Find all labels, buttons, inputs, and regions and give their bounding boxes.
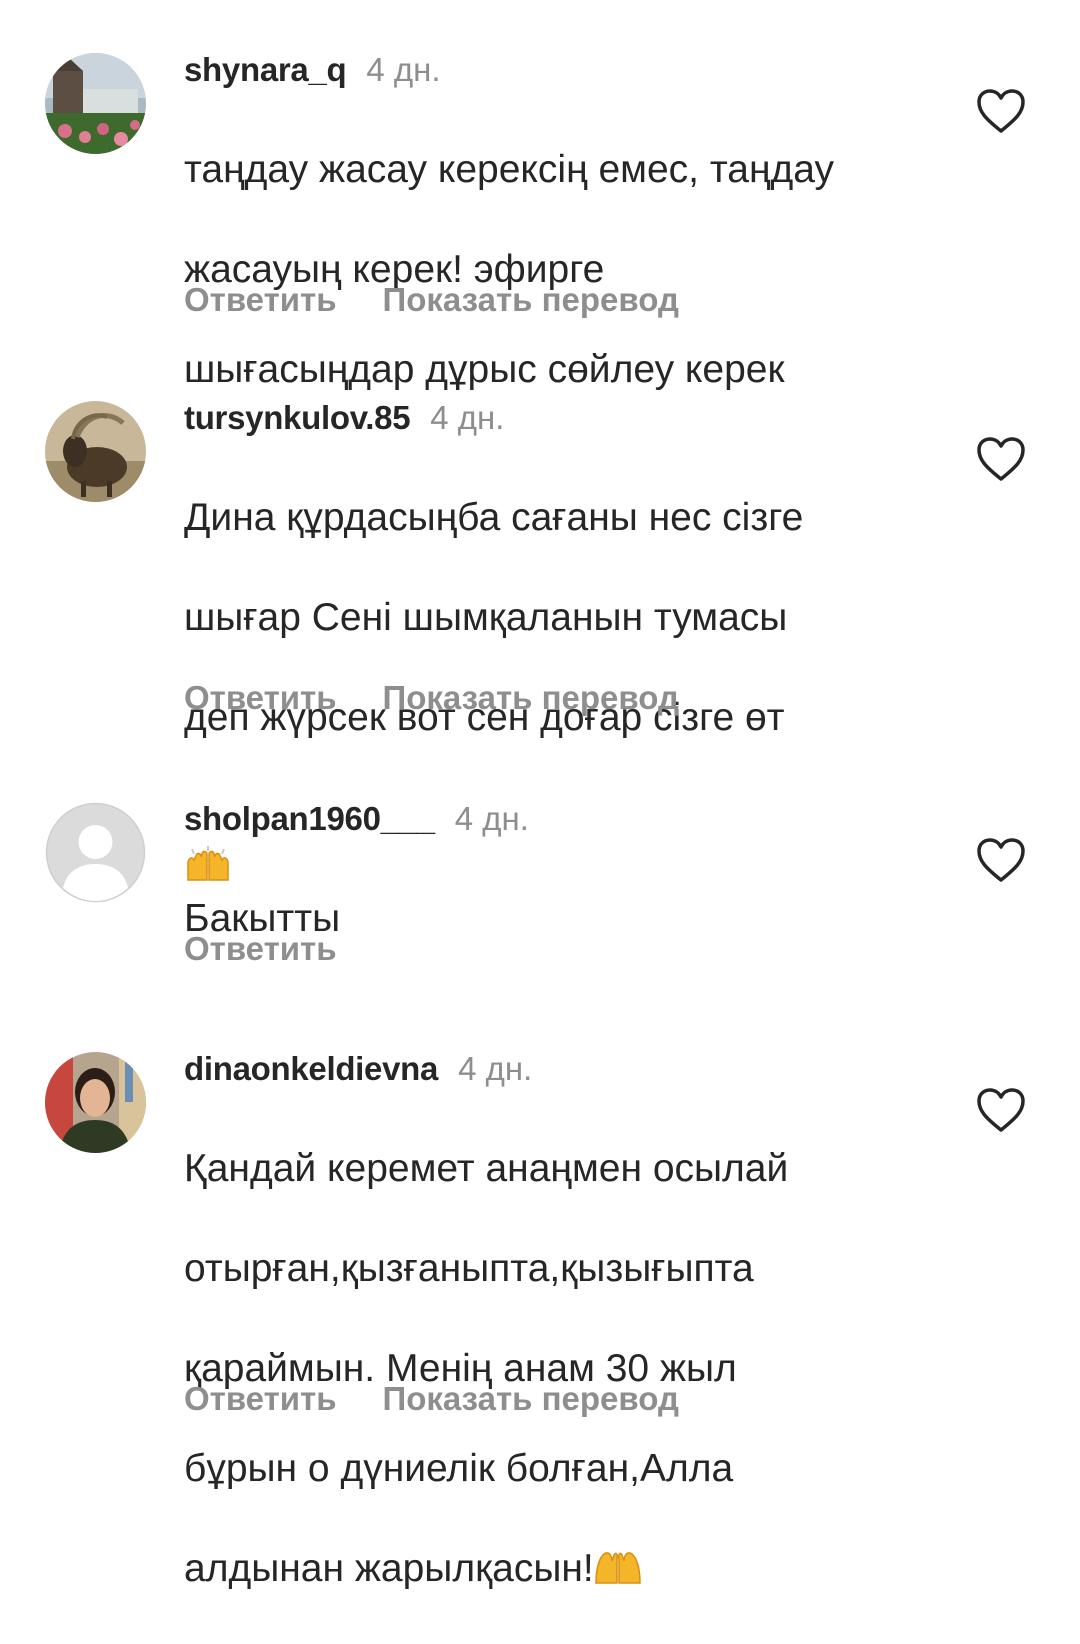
username[interactable]: sholpan1960___ [184,800,435,837]
comment-header: tursynkulov.85 4 дн. [184,398,504,438]
comment-text-line-with-emoji: алдынан жарылқасын! [184,1544,924,1594]
reply-button[interactable]: Ответить [184,679,337,716]
comment-text-line: Қандай керемет анаңмен осылай [184,1147,789,1190]
comment-header: shynara_q 4 дн. [184,50,441,90]
comment-text-line: алдынан жарылқасын! [184,1547,594,1590]
default-user-avatar [45,802,146,903]
comment-text: Бакытты [184,844,924,994]
show-translation-button[interactable]: Показать перевод [383,1380,679,1417]
user-avatar[interactable] [45,1052,146,1153]
comment-actions: Ответить Показать перевод [184,1379,679,1419]
comment-text-line: шығар Сені шымқаланын тумасы [184,596,788,639]
username[interactable]: tursynkulov.85 [184,399,411,436]
timestamp: 4 дн. [454,800,529,837]
woman-photo-avatar [45,1052,146,1153]
user-avatar[interactable] [45,802,146,903]
timestamp: 4 дн. [430,399,505,436]
comment-header: dinaonkeldievna 4 дн. [184,1049,532,1089]
user-avatar[interactable] [45,401,146,502]
timestamp: 4 дн. [458,1050,533,1087]
comment-text-line: Дина құрдасыңба сағаны нес сізге [184,496,804,539]
reply-button[interactable]: Ответить [184,930,337,967]
heart-outline-icon [977,89,1025,133]
heart-outline-icon [977,1088,1025,1132]
comment-text-line: таңдау жасау керексің емес, таңдау [184,148,834,191]
timestamp: 4 дн. [366,51,441,88]
like-button[interactable] [976,436,1026,482]
comment-actions: Ответить Показать перевод [184,678,679,718]
comment-header: sholpan1960___ 4 дн. [184,799,529,839]
comment-text-line: шығасыңдар дұрыс сөйлеу керек [184,348,785,391]
user-avatar[interactable] [45,53,146,154]
like-button[interactable] [976,88,1026,134]
show-translation-button[interactable]: Показать перевод [383,679,679,716]
username[interactable]: shynara_q [184,51,347,88]
palms-up-emoji-icon [594,1552,641,1584]
reply-button[interactable]: Ответить [184,1380,337,1417]
ibex-photo-avatar [45,401,146,502]
like-button[interactable] [976,837,1026,883]
like-button[interactable] [976,1087,1026,1133]
username[interactable]: dinaonkeldievna [184,1050,438,1087]
comment-actions: Ответить [184,929,337,969]
city-photo-avatar [45,53,146,154]
comment-text-line: отырған,қызғаныпта,қызығыпта [184,1247,754,1290]
heart-outline-icon [977,838,1025,882]
comment-actions: Ответить Показать перевод [184,280,679,320]
comment-text: Қандай керемет анаңмен осылай отырған,қы… [184,1094,924,1644]
heart-outline-icon [977,437,1025,481]
show-translation-button[interactable]: Показать перевод [383,281,679,318]
reply-button[interactable]: Ответить [184,281,337,318]
comment-text: таңдау жасау керексің емес, таңдау жасау… [184,95,924,445]
comment-text-line: бұрын о дүниелік болған,Алла [184,1447,734,1490]
